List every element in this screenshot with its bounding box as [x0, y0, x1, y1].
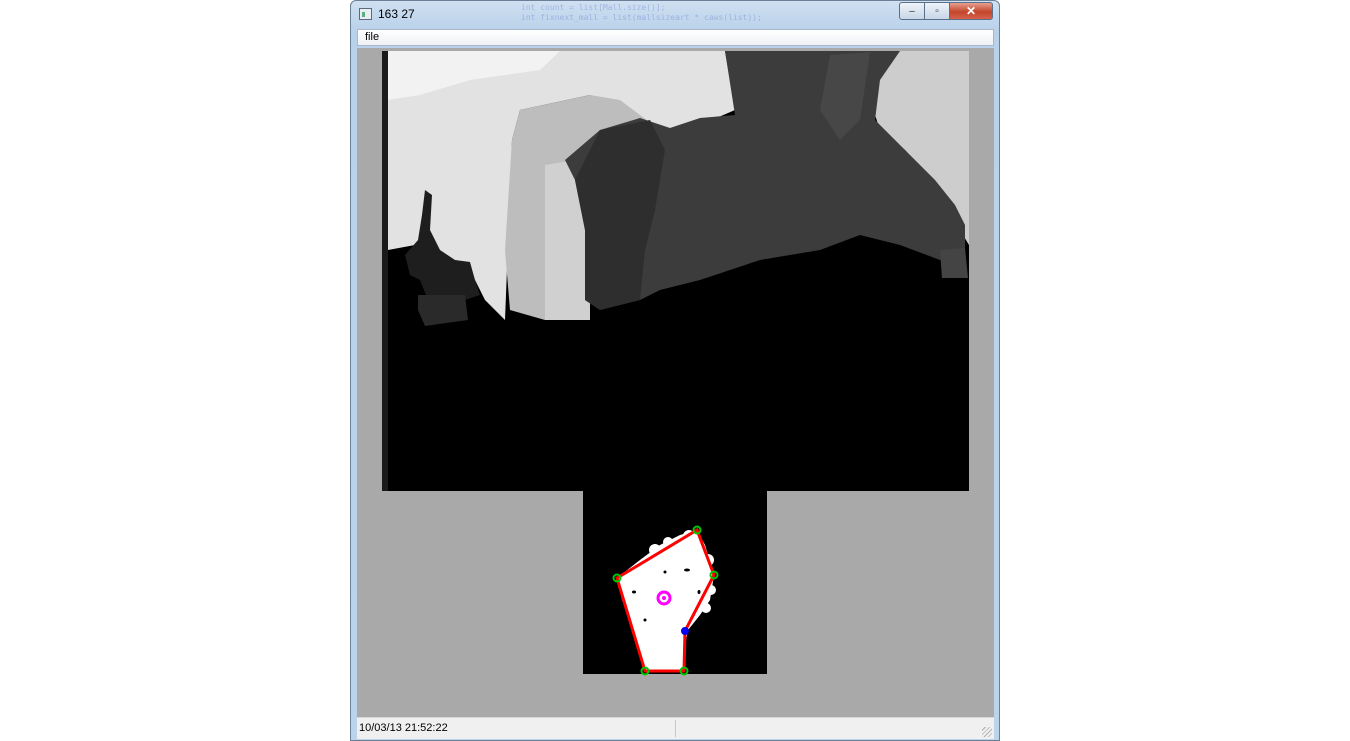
- centroid-dot: [662, 596, 666, 600]
- maximize-button[interactable]: ▫: [925, 2, 950, 20]
- app-icon: [359, 8, 372, 20]
- status-timestamp: 10/03/13 21:52:22: [359, 722, 448, 734]
- status-bar: 10/03/13 21:52:22: [357, 717, 994, 739]
- defect-point: [681, 627, 689, 635]
- depth-canvas: [382, 51, 969, 676]
- menu-file[interactable]: file: [365, 31, 379, 43]
- minimize-icon: ‒: [909, 5, 915, 17]
- caption-buttons: ‒ ▫ ✕: [899, 2, 993, 21]
- resize-grip[interactable]: [982, 727, 992, 737]
- close-icon: ✕: [965, 4, 977, 18]
- depth-image: [382, 51, 969, 491]
- maximize-icon: ▫: [935, 5, 939, 17]
- title-bar[interactable]: 163 27 int count = list[Mall.size()]; int…: [351, 1, 999, 27]
- minimize-button[interactable]: ‒: [899, 2, 925, 20]
- close-button[interactable]: ✕: [950, 2, 993, 20]
- background-code-blur: int count = list[Mall.size()]; int fixnex…: [521, 3, 762, 22]
- window-title: 163 27: [378, 7, 415, 21]
- menu-bar: file: [357, 29, 994, 46]
- status-separator: [675, 720, 676, 737]
